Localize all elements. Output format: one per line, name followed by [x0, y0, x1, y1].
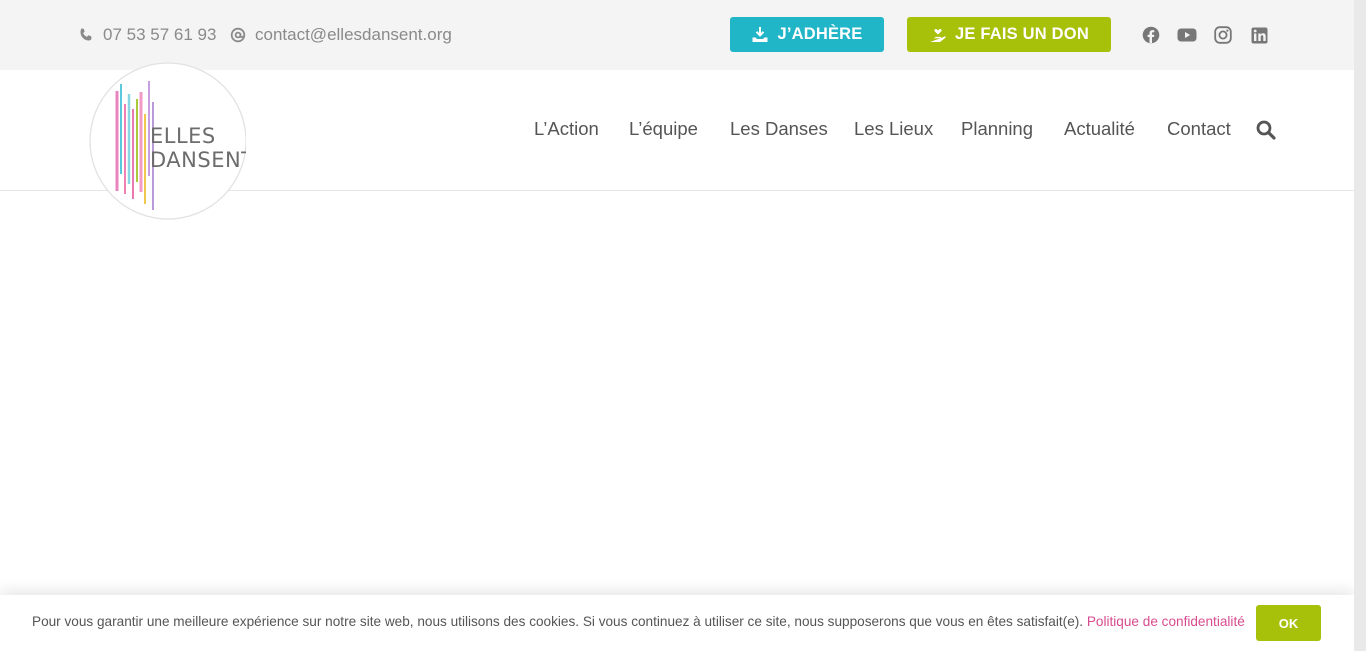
download-icon [751, 26, 769, 44]
search-icon[interactable] [1256, 120, 1276, 140]
phone-icon [77, 26, 95, 44]
site-logo[interactable]: ELLES DANSENT [86, 54, 254, 224]
nav-item-danses[interactable]: Les Danses [730, 118, 828, 140]
instagram-icon[interactable] [1213, 25, 1233, 45]
cookie-banner: Pour vous garantir une meilleure expérie… [0, 595, 1354, 651]
email-address: contact@ellesdansent.org [255, 25, 452, 44]
nav-item-planning[interactable]: Planning [961, 118, 1033, 140]
phone-number: 07 53 57 61 93 [103, 25, 217, 44]
cookie-text: Pour vous garantir une meilleure expérie… [32, 614, 1084, 629]
cookie-ok-button[interactable]: OK [1256, 605, 1321, 641]
email-contact[interactable]: contact@ellesdansent.org [229, 23, 452, 47]
linkedin-icon[interactable] [1249, 25, 1269, 45]
donate-button[interactable]: JE FAIS UN DON [907, 17, 1111, 52]
nav-item-equipe[interactable]: L’équipe [629, 118, 698, 140]
privacy-policy-link[interactable]: Politique de confidentialité [1087, 614, 1245, 629]
nav-item-action[interactable]: L’Action [534, 118, 599, 140]
logo-line2: DANSENT [150, 148, 246, 172]
hand-heart-icon [929, 26, 947, 44]
adhere-label: J’ADHÈRE [777, 25, 863, 43]
cookie-message: Pour vous garantir une meilleure expérie… [32, 614, 1245, 629]
page: 07 53 57 61 93 contact@ellesdansent.org … [0, 0, 1354, 651]
phone-contact[interactable]: 07 53 57 61 93 [77, 23, 216, 47]
adhere-button[interactable]: J’ADHÈRE [730, 17, 884, 52]
nav-item-lieux[interactable]: Les Lieux [854, 118, 933, 140]
nav-item-contact[interactable]: Contact [1167, 118, 1231, 140]
scrollbar[interactable] [1354, 0, 1366, 651]
at-icon [229, 26, 247, 44]
nav-item-actualite[interactable]: Actualité [1064, 118, 1135, 140]
logo-line1: ELLES [150, 124, 216, 148]
facebook-icon[interactable] [1141, 25, 1161, 45]
youtube-icon[interactable] [1177, 25, 1197, 45]
donate-label: JE FAIS UN DON [955, 25, 1089, 43]
